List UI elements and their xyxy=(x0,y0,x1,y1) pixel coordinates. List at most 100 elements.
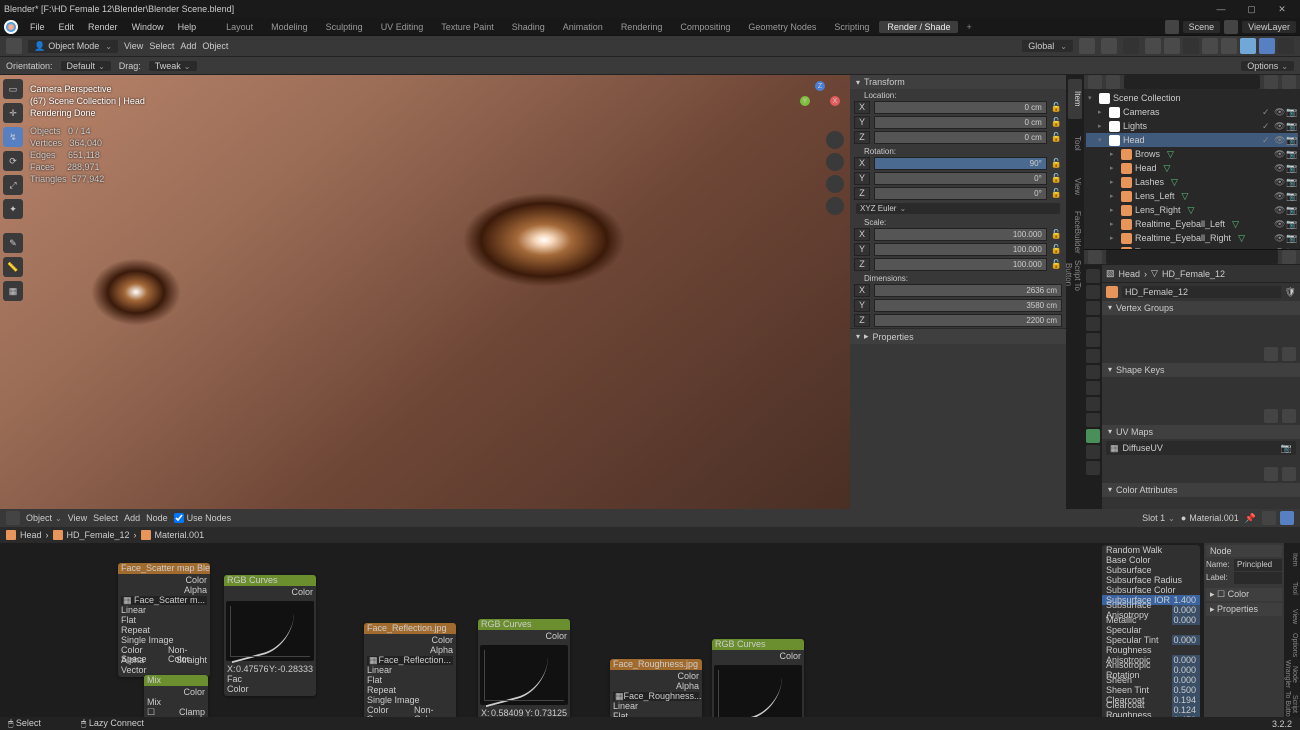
slot-select[interactable]: Slot 1 xyxy=(1142,513,1175,523)
pivot-icon[interactable] xyxy=(1079,38,1095,54)
tab-meshdata-icon[interactable] xyxy=(1086,429,1100,443)
scale-z-field[interactable]: 100.000 xyxy=(874,258,1047,271)
material-select[interactable]: ●Material.001 xyxy=(1181,513,1239,523)
new-collection-icon[interactable] xyxy=(1282,75,1296,89)
curve-preview[interactable] xyxy=(226,601,314,661)
options-dropdown[interactable]: Options xyxy=(1241,61,1294,71)
loc-y-field[interactable]: 0 cm xyxy=(874,116,1047,129)
gizmo-z-icon[interactable]: Z xyxy=(815,81,825,91)
persp-icon[interactable] xyxy=(826,197,844,215)
tab-viewlayer-icon[interactable] xyxy=(1086,301,1100,315)
tab-tool[interactable]: Tool xyxy=(1286,575,1298,601)
filter-icon[interactable] xyxy=(1264,75,1278,89)
workspace-tab[interactable]: UV Editing xyxy=(373,21,432,33)
props-editor-icon[interactable] xyxy=(1088,250,1102,264)
rot-z-field[interactable]: 0° xyxy=(874,187,1047,200)
bsdf-socket[interactable]: Anisotropic Rotation0.000 xyxy=(1102,665,1200,675)
minimize-button[interactable]: — xyxy=(1207,4,1235,14)
add-button[interactable] xyxy=(1264,347,1278,361)
editor-type-icon[interactable] xyxy=(6,38,22,54)
gizmo-toggle-icon[interactable] xyxy=(1145,38,1161,54)
lock-icon[interactable]: 🔓 xyxy=(1051,102,1062,113)
viewlayer-name[interactable]: ViewLayer xyxy=(1242,21,1296,33)
node-imagetex[interactable]: Face_Roughness.jpg Color Alpha ▦Face_Rou… xyxy=(610,659,702,717)
maximize-button[interactable]: ▢ xyxy=(1237,4,1265,15)
node-section-head[interactable]: Node xyxy=(1206,545,1282,557)
add-button[interactable] xyxy=(1264,467,1278,481)
bsdf-socket[interactable]: Roughness xyxy=(1102,645,1200,655)
outliner-row[interactable]: ▸Lens_Right▽👁📷 xyxy=(1086,203,1298,217)
tab-item[interactable]: Item xyxy=(1068,79,1082,119)
vg-list[interactable] xyxy=(1102,315,1300,345)
node-name-field[interactable]: Principled BSDF xyxy=(1234,559,1282,571)
menu-render[interactable]: Render xyxy=(82,22,124,32)
menu-view[interactable]: View xyxy=(68,513,87,523)
node-rgbcurves[interactable]: RGB Curves Color xyxy=(712,639,804,717)
menu-view[interactable]: View xyxy=(124,41,143,51)
workspace-tab[interactable]: Sculpting xyxy=(318,21,371,33)
outliner-row[interactable]: ▸Head▽👁📷 xyxy=(1086,161,1298,175)
bsdf-socket[interactable]: Random Walk xyxy=(1102,545,1200,555)
lock-icon[interactable]: 🔓 xyxy=(1051,158,1062,169)
remove-button[interactable] xyxy=(1282,347,1296,361)
bsdf-socket[interactable]: Metallic0.000 xyxy=(1102,615,1200,625)
lock-icon[interactable]: 🔓 xyxy=(1051,132,1062,143)
gizmo-y-icon[interactable]: Y xyxy=(800,96,810,106)
tab-scene-icon[interactable] xyxy=(1086,317,1100,331)
menu-help[interactable]: Help xyxy=(172,22,203,32)
display-mode-icon[interactable] xyxy=(1106,75,1120,89)
tab-object-icon[interactable] xyxy=(1086,349,1100,363)
dim-z-field[interactable]: 2200 cm xyxy=(874,314,1062,327)
menu-window[interactable]: Window xyxy=(126,22,170,32)
scale-y-field[interactable]: 100.000 xyxy=(874,243,1047,256)
node-principled-bsdf[interactable]: Random WalkBase ColorSubsurfaceSubsurfac… xyxy=(1102,545,1200,717)
snap-icon[interactable] xyxy=(1101,38,1117,54)
loc-x-field[interactable]: 0 cm xyxy=(874,101,1047,114)
shading-options-icon[interactable] xyxy=(1278,38,1294,54)
outliner-row[interactable]: ▸Brows▽👁📷 xyxy=(1086,147,1298,161)
search-input[interactable] xyxy=(1124,75,1260,89)
tab-tool[interactable]: Tool xyxy=(1068,123,1082,163)
tab-modifier-icon[interactable] xyxy=(1086,365,1100,379)
add-workspace-button[interactable]: + xyxy=(960,22,977,32)
workspace-tab[interactable]: Texture Paint xyxy=(433,21,502,33)
outliner-type-icon[interactable] xyxy=(1088,75,1102,89)
proportional-icon[interactable] xyxy=(1123,38,1139,54)
menu-file[interactable]: File xyxy=(24,22,51,32)
gizmo-x-icon[interactable]: X xyxy=(830,96,840,106)
nav-gizmo[interactable]: Z X Y xyxy=(800,81,840,121)
tab-facebuilder[interactable]: FaceBuilder xyxy=(1068,211,1082,251)
workspace-tab[interactable]: Geometry Nodes xyxy=(740,21,824,33)
outliner-row[interactable]: ▸Realtime_Eyeball_Left▽👁📷 xyxy=(1086,217,1298,231)
pan-icon[interactable] xyxy=(826,153,844,171)
tab-physics-icon[interactable] xyxy=(1086,397,1100,411)
transform-header[interactable]: Transform xyxy=(850,75,1066,89)
lock-icon[interactable]: 🔓 xyxy=(1051,259,1062,270)
tab-view[interactable]: View xyxy=(1286,604,1298,630)
workspace-tab[interactable]: Rendering xyxy=(613,21,671,33)
tool-scale-icon[interactable]: ⤢ xyxy=(3,175,23,195)
menu-select[interactable]: Select xyxy=(149,41,174,51)
bsdf-socket[interactable]: Specular xyxy=(1102,625,1200,635)
lock-icon[interactable]: 🔓 xyxy=(1051,229,1062,240)
node-rgbcurves[interactable]: RGB Curves Color X:0.58409Y:0.73125 Fac … xyxy=(478,619,570,717)
lock-icon[interactable]: 🔓 xyxy=(1051,188,1062,199)
overlay-toggle-icon[interactable] xyxy=(1164,38,1180,54)
workspace-tab[interactable]: Compositing xyxy=(672,21,738,33)
shading-rendered-icon[interactable] xyxy=(1259,38,1275,54)
tab-sbb[interactable]: Script To Butto xyxy=(1286,691,1298,717)
tool-cursor-icon[interactable]: ✛ xyxy=(3,103,23,123)
zoom-icon[interactable] xyxy=(826,131,844,149)
tab-particle-icon[interactable] xyxy=(1086,381,1100,395)
xray-icon[interactable] xyxy=(1183,38,1199,54)
outliner-row[interactable]: ▸Realtime_Eyeball_Right▽👁📷 xyxy=(1086,231,1298,245)
menu-edit[interactable]: Edit xyxy=(53,22,81,32)
drag-value[interactable]: Tweak xyxy=(149,61,197,71)
lock-icon[interactable]: 🔓 xyxy=(1051,117,1062,128)
node-canvas[interactable]: Face_Scatter map Blender.jpg Color Alpha… xyxy=(0,543,1300,717)
menu-select[interactable]: Select xyxy=(93,513,118,523)
tab-constraint-icon[interactable] xyxy=(1086,413,1100,427)
snap-icon[interactable] xyxy=(1280,511,1294,525)
viewlayer-icon[interactable] xyxy=(1224,20,1238,34)
mesh-name-field[interactable] xyxy=(1122,286,1281,298)
